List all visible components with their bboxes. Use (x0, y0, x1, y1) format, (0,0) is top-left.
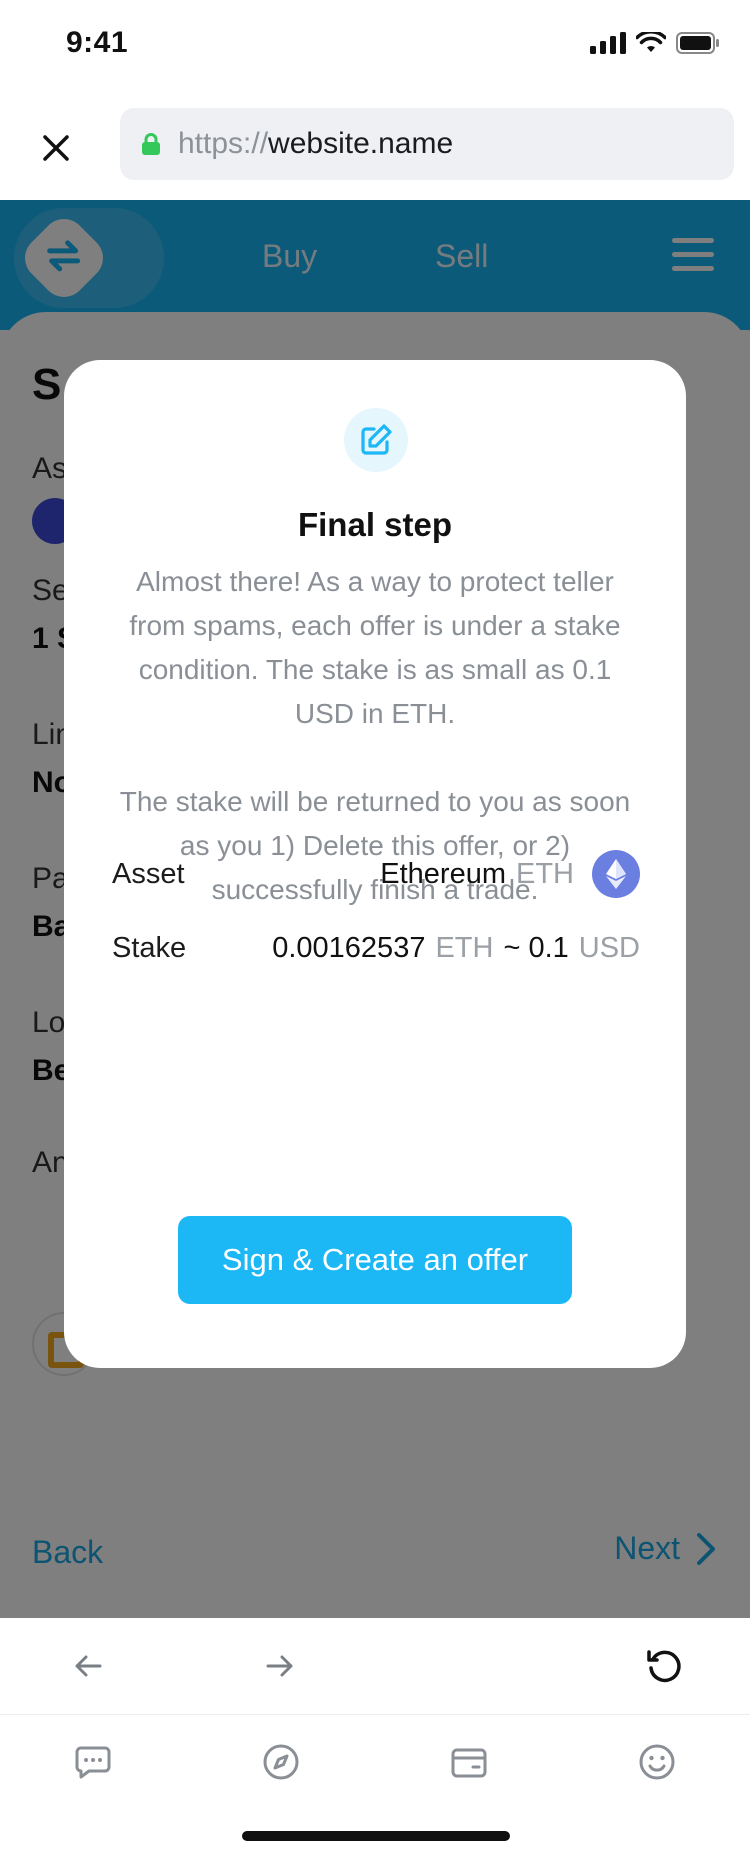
stake-row: Stake 0.00162537 ETH ~ 0.1 USD (112, 932, 640, 965)
url-scheme: https:// (178, 127, 269, 160)
asset-ticker: ETH (516, 857, 574, 890)
home-indicator (242, 1831, 510, 1841)
tab-browser[interactable] (256, 1737, 306, 1787)
edit-icon (361, 424, 392, 455)
reload-button[interactable] (640, 1642, 688, 1690)
compass-icon (263, 1744, 299, 1780)
stake-label: Stake (112, 932, 187, 964)
arrow-left-icon (75, 1655, 102, 1677)
wifi-icon (636, 32, 666, 52)
stake-unit: ETH (435, 932, 494, 964)
close-icon (43, 135, 69, 161)
battery-icon (676, 32, 719, 54)
final-step-modal: Final step Almost there! As a way to pro… (64, 360, 686, 1368)
browser-url-row: https://website.name (0, 96, 750, 200)
sign-create-offer-button[interactable]: Sign & Create an offer (178, 1216, 572, 1304)
url-field[interactable]: https://website.name (120, 108, 734, 180)
url-host: website.name (268, 127, 454, 160)
status-icons (590, 32, 720, 54)
stake-fiat: USD (578, 932, 640, 964)
stake-approx: ~ 0.1 (503, 932, 569, 964)
asset-name: Ethereum (380, 857, 506, 890)
lock-icon (142, 133, 160, 155)
wallet-tab-bar (0, 1714, 750, 1854)
status-bar: 9:41 (0, 0, 750, 96)
asset-label: Asset (112, 857, 185, 890)
stake-amount: 0.00162537 (272, 932, 426, 964)
smiley-icon (639, 1744, 675, 1780)
modal-title: Final step (297, 506, 453, 543)
stake-value: 0.00162537 ETH ~ 0.1 USD (272, 932, 640, 965)
browser-forward-button[interactable] (256, 1642, 304, 1690)
tab-profile[interactable] (632, 1737, 682, 1787)
browser-back-button[interactable] (64, 1642, 112, 1690)
modal-paragraph: Almost there! As a way to protect teller… (129, 566, 621, 729)
asset-row: Asset Ethereum ETH (112, 850, 640, 898)
arrow-right-icon (266, 1655, 293, 1677)
edit-icon-badge (344, 408, 408, 472)
reload-icon (647, 1650, 681, 1683)
asset-value: Ethereum ETH (380, 850, 640, 898)
browser-toolbar (0, 1618, 750, 1714)
tab-wallet[interactable] (444, 1737, 494, 1787)
tab-chat[interactable] (68, 1737, 118, 1787)
signal-icon (590, 32, 626, 54)
chat-icon (75, 1746, 111, 1779)
ethereum-icon (592, 850, 640, 898)
wallet-icon (451, 1748, 487, 1778)
close-button[interactable] (36, 128, 76, 168)
status-time: 9:41 (66, 26, 129, 59)
